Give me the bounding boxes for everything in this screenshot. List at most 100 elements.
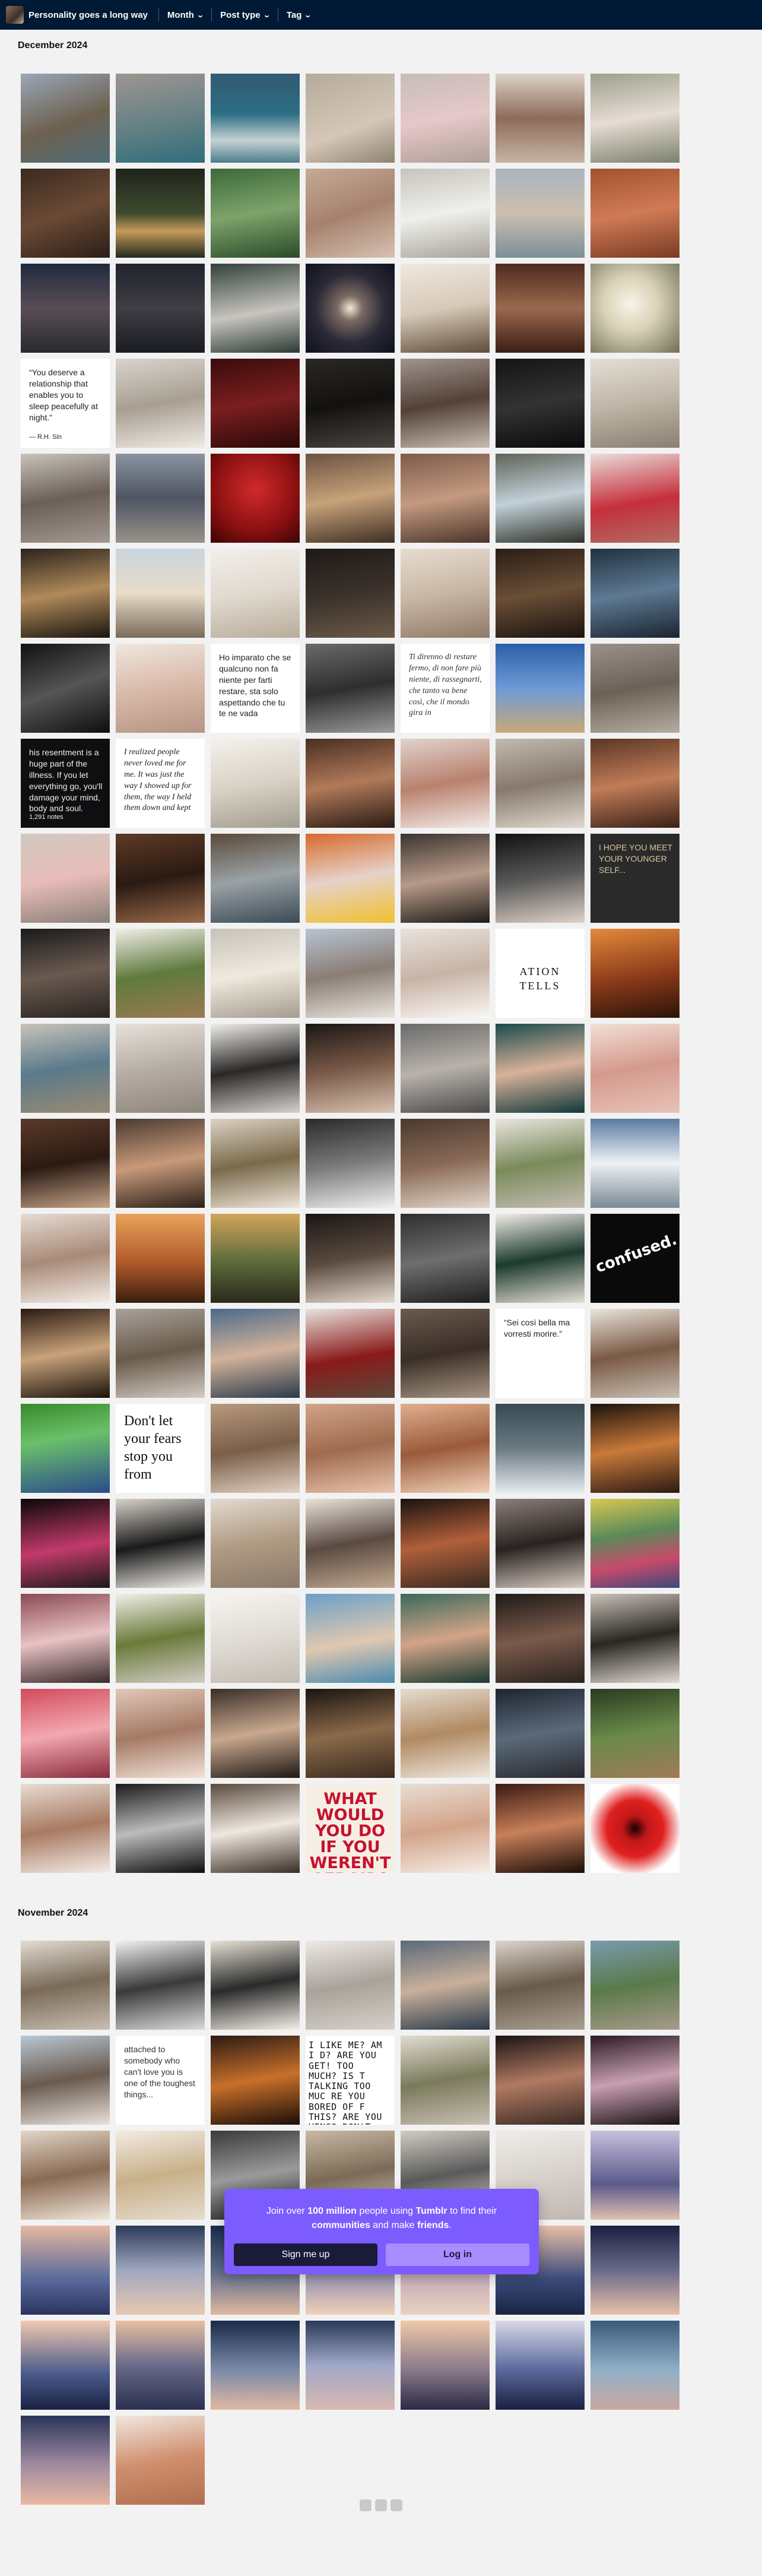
post-thumbnail[interactable] <box>211 1784 300 1873</box>
post-thumbnail[interactable] <box>306 1309 395 1398</box>
post-thumbnail[interactable] <box>590 1024 680 1113</box>
post-thumbnail[interactable] <box>211 1404 300 1493</box>
post-thumbnail[interactable]: ATION TELLS <box>496 929 585 1018</box>
post-thumbnail[interactable] <box>21 1024 110 1113</box>
blog-title[interactable]: Personality goes a long way <box>28 10 148 20</box>
post-thumbnail[interactable] <box>401 1689 490 1778</box>
post-thumbnail[interactable] <box>21 454 110 543</box>
post-thumbnail[interactable] <box>306 454 395 543</box>
post-thumbnail[interactable] <box>590 1499 680 1588</box>
post-thumbnail[interactable] <box>306 834 395 923</box>
post-thumbnail[interactable]: “Sei così bella ma vorresti morire.” <box>496 1309 585 1398</box>
post-thumbnail[interactable] <box>211 2036 300 2125</box>
post-thumbnail[interactable] <box>211 454 300 543</box>
post-thumbnail[interactable] <box>306 1119 395 1208</box>
post-thumbnail[interactable] <box>590 74 680 163</box>
post-thumbnail[interactable] <box>306 929 395 1018</box>
post-thumbnail[interactable] <box>306 644 395 733</box>
post-thumbnail[interactable] <box>496 2036 585 2125</box>
post-thumbnail[interactable] <box>496 1689 585 1778</box>
post-thumbnail[interactable] <box>116 264 205 353</box>
post-thumbnail[interactable] <box>496 1941 585 2030</box>
post-thumbnail[interactable] <box>401 1024 490 1113</box>
post-thumbnail[interactable] <box>401 1214 490 1303</box>
post-thumbnail[interactable] <box>211 549 300 638</box>
post-thumbnail[interactable] <box>21 929 110 1018</box>
post-thumbnail[interactable]: Don't let your fears stop you from <box>116 1404 205 1493</box>
post-thumbnail[interactable] <box>496 644 585 733</box>
post-thumbnail[interactable] <box>401 1941 490 2030</box>
blog-avatar[interactable] <box>6 6 24 24</box>
post-thumbnail[interactable] <box>211 1594 300 1683</box>
post-thumbnail[interactable] <box>590 454 680 543</box>
post-thumbnail[interactable] <box>306 1214 395 1303</box>
post-thumbnail[interactable] <box>211 1499 300 1588</box>
post-thumbnail[interactable] <box>116 169 205 258</box>
post-thumbnail[interactable] <box>590 644 680 733</box>
log-in-button[interactable]: Log in <box>386 2243 529 2266</box>
post-thumbnail[interactable] <box>306 1024 395 1113</box>
post-thumbnail[interactable] <box>590 929 680 1018</box>
post-thumbnail[interactable] <box>590 1594 680 1683</box>
post-thumbnail[interactable] <box>306 1594 395 1683</box>
post-thumbnail[interactable] <box>211 169 300 258</box>
post-thumbnail[interactable] <box>306 739 395 828</box>
post-thumbnail[interactable] <box>496 1499 585 1588</box>
post-thumbnail[interactable] <box>401 454 490 543</box>
post-thumbnail[interactable] <box>590 1119 680 1208</box>
post-thumbnail[interactable] <box>211 1119 300 1208</box>
post-thumbnail[interactable] <box>401 929 490 1018</box>
post-thumbnail[interactable] <box>590 1404 680 1493</box>
post-thumbnail[interactable] <box>211 1309 300 1398</box>
post-thumbnail[interactable] <box>401 739 490 828</box>
post-thumbnail[interactable] <box>21 1784 110 1873</box>
post-thumbnail[interactable]: I realized people never loved me for me.… <box>116 739 205 828</box>
post-thumbnail[interactable] <box>116 1941 205 2030</box>
post-thumbnail[interactable] <box>496 1024 585 1113</box>
post-thumbnail[interactable] <box>116 2131 205 2220</box>
post-thumbnail[interactable] <box>211 1689 300 1778</box>
post-thumbnail[interactable] <box>116 1214 205 1303</box>
post-thumbnail[interactable]: Ho imparato che se qualcuno non fa nient… <box>211 644 300 733</box>
post-thumbnail[interactable] <box>116 1024 205 1113</box>
post-thumbnail[interactable] <box>496 1119 585 1208</box>
post-thumbnail[interactable] <box>116 1119 205 1208</box>
post-thumbnail[interactable] <box>590 2131 680 2220</box>
post-thumbnail[interactable] <box>21 834 110 923</box>
post-thumbnail[interactable] <box>116 549 205 638</box>
post-thumbnail[interactable] <box>306 1404 395 1493</box>
post-thumbnail[interactable] <box>496 74 585 163</box>
post-thumbnail[interactable] <box>306 169 395 258</box>
post-thumbnail[interactable] <box>21 1404 110 1493</box>
post-thumbnail[interactable]: I LIKE ME? AM I D? ARE YOU GET! TOO MUCH… <box>306 2036 395 2125</box>
post-thumbnail[interactable]: confused. <box>590 1214 680 1303</box>
post-thumbnail[interactable] <box>116 834 205 923</box>
post-thumbnail[interactable] <box>590 1784 680 1873</box>
post-thumbnail[interactable] <box>116 1309 205 1398</box>
post-thumbnail[interactable] <box>116 1499 205 1588</box>
post-thumbnail[interactable] <box>116 1689 205 1778</box>
post-thumbnail[interactable] <box>21 644 110 733</box>
post-thumbnail[interactable] <box>21 1119 110 1208</box>
post-thumbnail[interactable]: WHAT WOULD YOU DO IF YOU WEREN'T AFRAID? <box>306 1784 395 1873</box>
post-thumbnail[interactable] <box>211 264 300 353</box>
post-thumbnail[interactable] <box>306 1689 395 1778</box>
post-thumbnail[interactable] <box>21 1214 110 1303</box>
post-thumbnail[interactable] <box>401 169 490 258</box>
post-thumbnail[interactable] <box>306 1941 395 2030</box>
post-thumbnail[interactable] <box>211 834 300 923</box>
post-thumbnail[interactable] <box>401 264 490 353</box>
post-thumbnail[interactable] <box>21 1941 110 2030</box>
post-thumbnail[interactable] <box>401 2321 490 2410</box>
post-thumbnail[interactable] <box>21 1499 110 1588</box>
post-thumbnail[interactable] <box>211 929 300 1018</box>
post-thumbnail[interactable] <box>401 1499 490 1588</box>
month-filter-dropdown[interactable]: Month ⌄ <box>163 10 208 20</box>
post-thumbnail[interactable] <box>21 1689 110 1778</box>
post-thumbnail[interactable] <box>590 549 680 638</box>
sign-up-button[interactable]: Sign me up <box>234 2243 377 2266</box>
tag-filter-dropdown[interactable]: Tag ⌄ <box>282 10 316 20</box>
post-thumbnail[interactable] <box>496 1594 585 1683</box>
post-thumbnail[interactable] <box>116 644 205 733</box>
post-thumbnail[interactable] <box>116 2416 205 2505</box>
